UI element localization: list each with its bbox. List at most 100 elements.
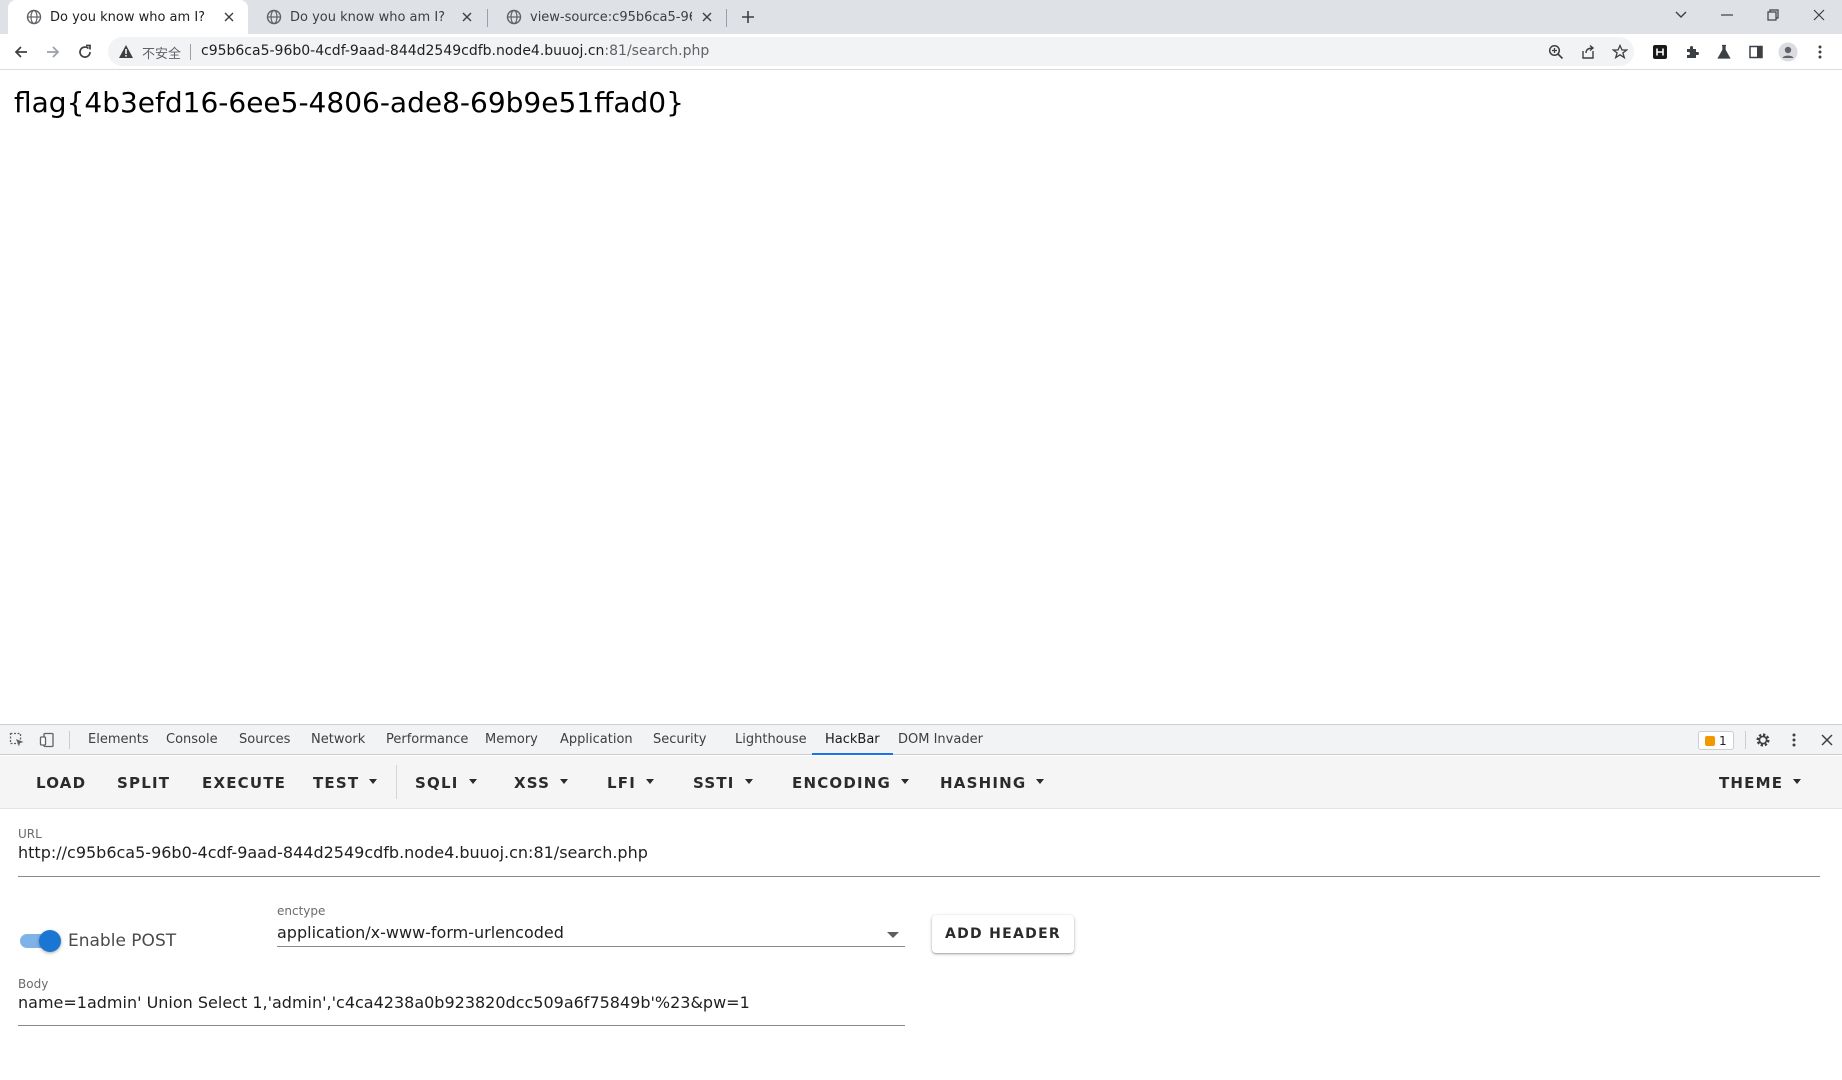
issues-badge[interactable]: 1 — [1698, 731, 1734, 750]
tab-strip: Do you know who am I? Do you know who am… — [0, 0, 1842, 34]
caret-down-icon — [468, 779, 477, 784]
new-tab-plus-icon[interactable] — [736, 5, 760, 29]
close-icon[interactable] — [458, 8, 476, 26]
warning-triangle-icon[interactable] — [118, 44, 134, 59]
caret-down-icon — [744, 779, 753, 784]
zoom-icon[interactable] — [1546, 42, 1566, 62]
tab-search-chevron-icon[interactable] — [1658, 0, 1704, 30]
close-icon[interactable] — [698, 8, 716, 26]
toggle-knob — [39, 930, 61, 952]
caret-down-icon — [560, 779, 569, 784]
devtools-tab-performance[interactable]: Performance — [373, 725, 481, 755]
devtools-tab-memory[interactable]: Memory — [472, 725, 551, 755]
devtools-tab-dom-invader[interactable]: DOM Invader — [885, 725, 996, 755]
caret-down-icon — [1793, 779, 1802, 784]
encoding-menu-button[interactable]: ENCODING — [786, 767, 915, 799]
lfi-label: LFI — [607, 774, 636, 792]
theme-menu-button[interactable]: THEME — [1713, 767, 1807, 799]
devtools-tab-application[interactable]: Application — [547, 725, 646, 755]
hackbar-extension-icon[interactable] — [1650, 42, 1670, 62]
devtools-kebab-menu-icon[interactable] — [1785, 731, 1803, 749]
close-window-icon[interactable] — [1796, 0, 1842, 30]
close-icon[interactable] — [220, 8, 238, 26]
issue-warning-icon — [1705, 735, 1715, 746]
test-menu-button[interactable]: TEST — [307, 767, 383, 799]
url-input[interactable]: http://c95b6ca5-96b0-4cdf-9aad-844d2549c… — [18, 843, 648, 862]
flag-text: flag{4b3efd16-6ee5-4806-ade8-69b9e51ffad… — [14, 86, 684, 119]
add-header-button[interactable]: ADD HEADER — [932, 915, 1074, 953]
sqli-menu-button[interactable]: SQLI — [409, 767, 483, 799]
inspect-element-icon[interactable] — [8, 731, 26, 749]
ssti-menu-button[interactable]: SSTI — [687, 767, 759, 799]
split-button[interactable]: SPLIT — [111, 767, 176, 799]
close-devtools-icon[interactable] — [1818, 731, 1836, 749]
settings-gear-icon[interactable] — [1754, 731, 1772, 749]
lfi-menu-button[interactable]: LFI — [601, 767, 660, 799]
devtools-separator — [69, 731, 70, 749]
tab-title: view-source:c95b6ca5-96b0-4 — [530, 9, 692, 25]
tab-title: Do you know who am I? — [290, 9, 446, 25]
enable-post-toggle[interactable] — [18, 928, 62, 954]
sqli-label: SQLI — [415, 774, 459, 792]
body-input-underline — [18, 1025, 905, 1026]
extensions-puzzle-icon[interactable] — [1682, 42, 1702, 62]
xss-menu-button[interactable]: XSS — [508, 767, 574, 799]
caret-down-icon — [369, 779, 378, 784]
globe-icon — [506, 9, 522, 25]
xss-label: XSS — [514, 774, 551, 792]
browser-tab-2[interactable]: Do you know who am I? — [248, 0, 486, 34]
load-button[interactable]: LOAD — [30, 767, 92, 799]
url-text[interactable]: c95b6ca5-96b0-4cdf-9aad-844d2549cdfb.nod… — [201, 43, 709, 59]
encoding-label: ENCODING — [792, 774, 892, 792]
url-path: :81/search.php — [604, 43, 710, 59]
body-input[interactable]: name=1admin' Union Select 1,'admin','c4c… — [18, 993, 750, 1012]
browser-tab-1[interactable]: Do you know who am I? — [8, 0, 248, 34]
devtools-tab-security[interactable]: Security — [640, 725, 719, 755]
device-toolbar-icon[interactable] — [38, 731, 56, 749]
devtools-tab-console[interactable]: Console — [153, 725, 231, 755]
dropdown-arrow-icon[interactable] — [887, 932, 899, 938]
hackbar-menubar: LOAD SPLIT EXECUTE TEST SQLI XSS LFI SST… — [0, 756, 1842, 809]
enctype-label: enctype — [277, 904, 326, 918]
caret-down-icon — [901, 779, 910, 784]
devtools-tab-hackbar[interactable]: HackBar — [812, 725, 893, 755]
menu-separator — [396, 765, 397, 799]
address-bar[interactable]: 不安全 c95b6ca5-96b0-4cdf-9aad-844d2549cdfb… — [108, 37, 1634, 66]
kebab-menu-icon[interactable] — [1810, 42, 1830, 62]
security-status-label: 不安全 — [142, 47, 182, 62]
url-host: c95b6ca5-96b0-4cdf-9aad-844d2549cdfb.nod… — [201, 43, 605, 59]
restore-icon[interactable] — [1750, 0, 1796, 30]
hashing-menu-button[interactable]: HASHING — [934, 767, 1050, 799]
page-content: flag{4b3efd16-6ee5-4806-ade8-69b9e51ffad… — [0, 71, 1842, 724]
caret-down-icon — [1036, 779, 1045, 784]
browser-tab-3[interactable]: view-source:c95b6ca5-96b0-4 — [488, 0, 726, 34]
devtools-tab-lighthouse[interactable]: Lighthouse — [722, 725, 820, 755]
devtools-tab-sources[interactable]: Sources — [226, 725, 303, 755]
reload-icon[interactable] — [71, 38, 99, 66]
forward-arrow-icon[interactable] — [39, 38, 67, 66]
ssti-label: SSTI — [693, 774, 735, 792]
profile-avatar-icon[interactable] — [1778, 42, 1798, 62]
back-arrow-icon[interactable] — [7, 38, 35, 66]
omnibox-divider — [190, 44, 191, 60]
url-field-label: URL — [18, 827, 42, 841]
bookmark-star-icon[interactable] — [1610, 42, 1630, 62]
share-icon[interactable] — [1578, 42, 1598, 62]
devtools-tab-elements[interactable]: Elements — [75, 725, 162, 755]
devtools-separator — [1745, 731, 1746, 749]
execute-button[interactable]: EXECUTE — [196, 767, 292, 799]
side-panel-icon[interactable] — [1746, 42, 1766, 62]
enable-post-label: Enable POST — [68, 931, 177, 951]
url-input-underline — [18, 876, 1820, 877]
globe-icon — [26, 9, 42, 25]
minimize-icon[interactable] — [1704, 0, 1750, 30]
devtools-tab-network[interactable]: Network — [298, 725, 378, 755]
globe-icon — [266, 9, 282, 25]
enctype-select[interactable]: application/x-www-form-urlencoded — [277, 923, 564, 942]
body-field-label: Body — [18, 977, 49, 991]
caret-down-icon — [646, 779, 654, 784]
flask-icon[interactable] — [1714, 42, 1734, 62]
issues-count: 1 — [1719, 733, 1727, 748]
test-label: TEST — [313, 774, 360, 792]
enctype-underline — [277, 946, 905, 947]
